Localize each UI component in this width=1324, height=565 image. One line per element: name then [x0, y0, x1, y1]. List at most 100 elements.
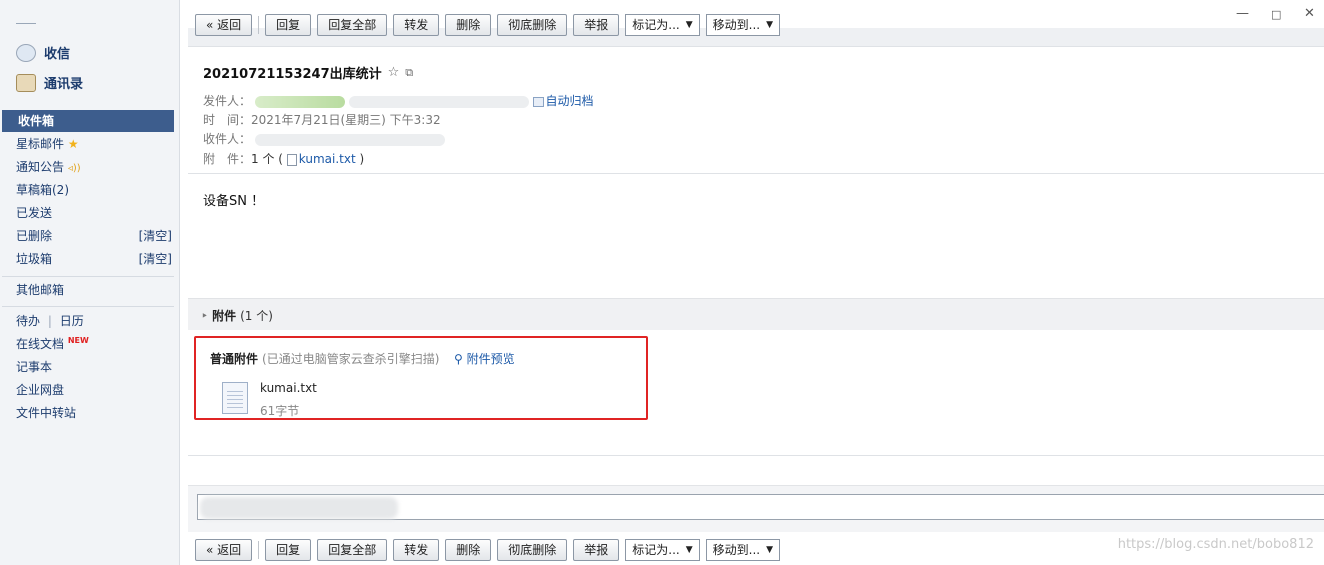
text-file-icon: [286, 153, 297, 166]
mark-as-label: 标记为...: [632, 543, 680, 557]
message-body: 设备SN ！: [203, 194, 265, 209]
folder-label: 文件中转站: [16, 406, 77, 420]
folder-label: 收件箱: [18, 114, 55, 128]
chevron-down-icon: ▼: [685, 545, 693, 555]
attachment-close-paren: ): [359, 152, 365, 166]
bottom-toolbar: « 返回 回复 回复全部 转发 删除 彻底删除 举报 标记为... ▼ 移动到..…: [188, 535, 781, 565]
chevron-down-icon: ▼: [685, 20, 693, 30]
attachment-file-name[interactable]: kumai.txt: [260, 381, 317, 395]
separator-bar: |: [47, 314, 52, 328]
magnifier-icon: ⚲: [454, 352, 463, 366]
quick-reply-redacted: [200, 497, 398, 519]
sidebar-item-drafts[interactable]: 草稿箱(2): [0, 179, 180, 201]
sidebar-item-trash[interactable]: 垃圾箱 [清空]: [0, 248, 180, 270]
sidebar-item-label: 通讯录: [44, 77, 84, 92]
move-to-label: 移动到...: [712, 543, 761, 557]
chevron-down-icon: ▼: [766, 20, 774, 30]
reply-button[interactable]: 回复: [265, 14, 312, 36]
sidebar-item-inbox[interactable]: 收件箱: [2, 110, 174, 132]
scan-note: (已通过电脑管家云查杀引擎扫描): [262, 352, 440, 366]
delete-permanent-button[interactable]: 彻底删除: [497, 14, 568, 36]
divider: [188, 173, 1324, 174]
back-button[interactable]: « 返回: [195, 539, 253, 561]
reply-button[interactable]: 回复: [265, 539, 312, 561]
sidebar-item-enterprise-disk[interactable]: 企业网盘: [0, 379, 180, 401]
sidebar-cut-item: [16, 18, 36, 24]
attachment-file-size: 61字节: [260, 404, 300, 418]
delete-permanent-button[interactable]: 彻底删除: [497, 539, 568, 561]
new-badge: NEW: [67, 336, 89, 345]
move-to-select[interactable]: 移动到... ▼: [705, 14, 781, 36]
clear-trash-link[interactable]: [清空]: [139, 248, 172, 270]
toolbar-mask: [188, 0, 828, 14]
sidebar-item-notices[interactable]: 通知公告 ◃)): [0, 156, 180, 178]
attachments-count: (1 个): [240, 309, 273, 323]
delete-button[interactable]: 删除: [445, 539, 492, 561]
sender-redacted: [348, 95, 529, 108]
sidebar-item-receive[interactable]: 收信: [16, 43, 70, 62]
sidebar-item-notepad[interactable]: 记事本: [0, 356, 180, 378]
move-to-select[interactable]: 移动到... ▼: [705, 539, 781, 561]
from-label: 发件人：: [203, 94, 252, 108]
watermark: https://blog.csdn.net/bobo812: [1117, 537, 1314, 552]
attachments-header: ‣ 附件 (1 个): [201, 307, 273, 324]
subject-text: 20210721153247出库统计: [203, 67, 382, 82]
attachments-header-band: [188, 298, 1324, 330]
clear-deleted-link[interactable]: [清空]: [139, 225, 172, 247]
sidebar-item-sent[interactable]: 已发送: [0, 202, 180, 224]
report-button[interactable]: 举报: [573, 539, 620, 561]
chevron-down-icon: ▼: [766, 545, 774, 555]
attachments-title: 附件: [212, 309, 237, 323]
divider: [188, 46, 1324, 47]
close-icon[interactable]: ✕: [1304, 6, 1315, 21]
folder-label: 企业网盘: [16, 383, 65, 397]
folder-label: 垃圾箱: [16, 252, 53, 266]
forward-button[interactable]: 转发: [393, 14, 440, 36]
folder-label: 通知公告: [16, 160, 65, 174]
sidebar-item-label: 收信: [44, 47, 71, 62]
reply-all-button[interactable]: 回复全部: [317, 14, 388, 36]
auto-archive-link[interactable]: 自动归档: [546, 94, 594, 108]
time-row: 时 间：2021年7月21日(星期三) 下午3:32: [203, 111, 441, 128]
star-outline-icon[interactable]: ☆: [388, 65, 400, 80]
sidebar-item-contacts[interactable]: 通讯录: [16, 73, 83, 92]
divider: [258, 16, 260, 34]
sidebar-item-deleted[interactable]: 已删除 [清空]: [0, 225, 180, 247]
sidebar-item-todo[interactable]: 待办: [16, 314, 40, 328]
to-label: 收件人：: [203, 132, 252, 146]
top-toolbar: « 返回 回复 回复全部 转发 删除 彻底删除 举报 标记为... ▼ 移动到..…: [188, 12, 781, 38]
maximize-icon[interactable]: □: [1271, 8, 1281, 21]
sender-redacted: [254, 95, 345, 108]
sidebar-item-starred[interactable]: 星标邮件 ★: [0, 133, 180, 155]
mark-as-select[interactable]: 标记为... ▼: [625, 14, 700, 36]
reply-all-button[interactable]: 回复全部: [317, 539, 388, 561]
sidebar-item-file-transfer[interactable]: 文件中转站: [0, 402, 180, 424]
folder-label: 已删除: [16, 229, 53, 243]
from-row: 发件人： 自动归档: [203, 92, 594, 109]
message-subject: 20210721153247出库统计 ☆ ⧉: [203, 63, 413, 82]
folder-label: 已发送: [16, 206, 53, 220]
recipient-redacted: [254, 133, 445, 146]
attachment-type-row: 普通附件 (已通过电脑管家云查杀引擎扫描): [210, 350, 439, 367]
delete-button[interactable]: 删除: [445, 14, 492, 36]
sidebar-item-online-docs[interactable]: 在线文档 NEW: [0, 333, 180, 355]
popout-icon[interactable]: ⧉: [405, 66, 413, 80]
forward-button[interactable]: 转发: [393, 539, 440, 561]
to-row: 收件人：: [203, 130, 445, 147]
paperclip-icon: ‣: [201, 308, 209, 323]
mark-as-label: 标记为...: [632, 18, 680, 32]
report-button[interactable]: 举报: [573, 14, 620, 36]
archive-icon: [532, 96, 544, 107]
attachment-type-label: 普通附件: [210, 352, 259, 366]
sidebar-item-calendar[interactable]: 日历: [60, 314, 84, 328]
attachment-row: 附 件：1 个 ( kumai.txt ): [203, 150, 364, 167]
text-file-icon[interactable]: [222, 382, 248, 414]
time-value: 2021年7月21日(星期三) 下午3:32: [251, 113, 441, 127]
sidebar-item-other-mailboxes[interactable]: 其他邮箱: [0, 279, 180, 301]
attachment-link[interactable]: kumai.txt: [299, 152, 356, 166]
back-button[interactable]: « 返回: [195, 14, 253, 36]
preview-label: 附件预览: [466, 352, 515, 366]
attachment-preview-link[interactable]: ⚲ 附件预览: [454, 350, 515, 367]
mark-as-select[interactable]: 标记为... ▼: [625, 539, 700, 561]
minimize-icon[interactable]: —: [1236, 6, 1249, 21]
